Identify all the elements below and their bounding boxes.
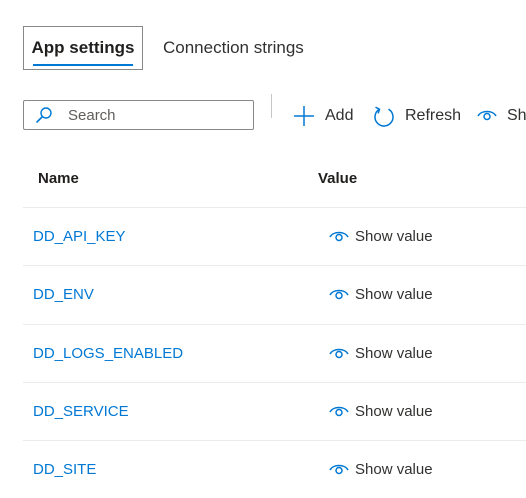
tab-app-settings[interactable]: App settings xyxy=(23,26,143,70)
show-value-label: Show value xyxy=(355,403,433,420)
search-box[interactable] xyxy=(23,100,254,130)
tab-connection-strings[interactable]: Connection strings xyxy=(163,26,304,70)
show-value-button[interactable]: Show value xyxy=(329,403,433,420)
setting-name-link[interactable]: DD_ENV xyxy=(33,286,94,303)
show-value-button[interactable]: Show value xyxy=(329,345,433,362)
table-row: DD_SERVICE Show value xyxy=(23,382,526,440)
table-row: DD_LOGS_ENABLED Show value xyxy=(23,324,526,382)
show-value-label: Show value xyxy=(355,345,433,362)
active-tab-indicator xyxy=(33,64,133,66)
setting-name-link[interactable]: DD_SITE xyxy=(33,461,96,478)
table-row: DD_SITE Show value xyxy=(23,440,526,498)
toolbar-divider xyxy=(271,94,272,118)
eye-icon xyxy=(329,347,349,361)
eye-icon xyxy=(329,230,349,244)
table-row: DD_API_KEY Show value xyxy=(23,207,526,265)
setting-name-link[interactable]: DD_LOGS_ENABLED xyxy=(33,345,183,362)
show-value-label: Show value xyxy=(355,286,433,303)
add-icon xyxy=(293,105,315,127)
tab-app-settings-label: App settings xyxy=(31,38,135,57)
app-settings-page: App settings Connection strings Add xyxy=(0,0,526,498)
add-button[interactable]: Add xyxy=(293,102,353,130)
setting-name-link[interactable]: DD_SERVICE xyxy=(33,403,129,420)
eye-icon xyxy=(329,405,349,419)
show-value-label: Show value xyxy=(355,461,433,478)
show-value-label: Show value xyxy=(355,228,433,245)
show-values-button[interactable]: Show values xyxy=(477,102,526,130)
search-input[interactable] xyxy=(68,106,238,124)
table-row: DD_ENV Show value xyxy=(23,265,526,323)
eye-icon xyxy=(329,288,349,302)
search-icon xyxy=(34,105,54,125)
show-value-button[interactable]: Show value xyxy=(329,228,433,245)
show-value-button[interactable]: Show value xyxy=(329,461,433,478)
refresh-button-label: Refresh xyxy=(405,107,462,124)
show-value-button[interactable]: Show value xyxy=(329,286,433,303)
show-values-button-label: Show values xyxy=(507,107,526,124)
column-header-value[interactable]: Value xyxy=(318,170,357,187)
setting-name-link[interactable]: DD_API_KEY xyxy=(33,228,126,245)
refresh-button[interactable]: Refresh xyxy=(373,102,461,130)
refresh-icon xyxy=(373,105,395,127)
tab-connection-strings-label: Connection strings xyxy=(163,38,304,57)
eye-icon xyxy=(477,109,497,123)
column-header-name[interactable]: Name xyxy=(38,170,79,187)
add-button-label: Add xyxy=(325,107,354,124)
eye-icon xyxy=(329,463,349,477)
